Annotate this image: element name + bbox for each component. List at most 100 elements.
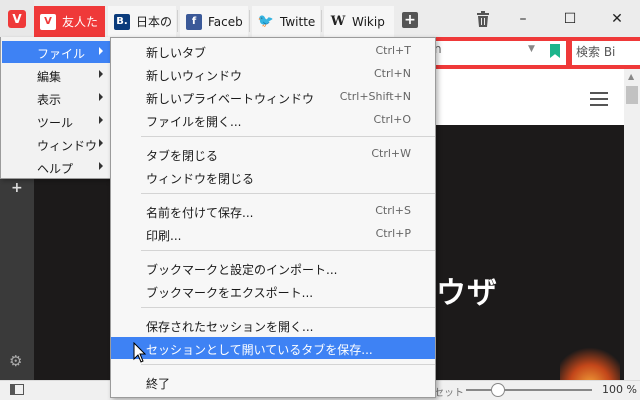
tab-favicon-icon: W — [330, 14, 346, 29]
hamburger-icon[interactable] — [590, 92, 608, 106]
scrollbar[interactable] — [624, 69, 640, 380]
chevron-down-icon[interactable]: ▼ — [528, 44, 535, 54]
minimize-button[interactable]: – — [500, 0, 546, 37]
menu-item-label: ブックマークと設定のインポート... — [146, 263, 338, 277]
menu-separator — [141, 250, 435, 251]
chevron-right-icon — [99, 47, 103, 55]
tab-title: 日本の — [136, 15, 173, 29]
menu-item-new-window[interactable]: 新しいウィンドウ Ctrl+N — [111, 63, 435, 85]
tab-favicon-icon: f — [186, 13, 202, 30]
menu-shortcut: Ctrl+S — [375, 204, 411, 217]
tab-separator — [321, 10, 322, 32]
menu-item-label: 印刷... — [146, 229, 182, 243]
menu-item-label: 新しいタブ — [146, 46, 207, 60]
menu-item-close-window[interactable]: ウィンドウを閉じる — [111, 166, 435, 188]
menu-item-tools[interactable]: ツール — [2, 110, 110, 132]
menu-separator — [141, 364, 435, 365]
menu-item-label: 終了 — [146, 377, 171, 391]
chevron-right-icon — [99, 70, 103, 78]
tab-favicon-icon: V — [40, 13, 56, 30]
menu-item-print[interactable]: 印刷... Ctrl+P — [111, 223, 435, 245]
search-placeholder: 検索 Bi — [576, 45, 616, 59]
menu-shortcut: Ctrl+P — [375, 227, 411, 240]
chevron-right-icon — [99, 139, 103, 147]
new-tab-button[interactable]: + — [402, 12, 418, 28]
vivaldi-logo-icon: V — [8, 9, 26, 28]
tab-separator — [177, 10, 178, 32]
tab-separator — [249, 10, 250, 32]
chevron-right-icon — [99, 93, 103, 101]
panel-toggle-icon[interactable] — [10, 384, 24, 395]
page-headline: ウザ — [436, 276, 498, 311]
tab-0[interactable]: V 友人た — [34, 6, 105, 37]
menu-item-import-bookmarks[interactable]: ブックマークと設定のインポート... — [111, 257, 435, 279]
menu-item-file[interactable]: ファイル — [2, 41, 110, 63]
zoom-reset-label[interactable]: セット — [434, 384, 464, 399]
menu-item-open-file[interactable]: ファイルを開く... Ctrl+O — [111, 109, 435, 131]
menu-item-label: 編集 — [37, 70, 62, 84]
zoom-level: 100 % — [602, 383, 637, 396]
tab-2[interactable]: f Faceb — [180, 6, 248, 37]
menu-item-label: セッションとして開いているタブを保存... — [146, 343, 373, 357]
menu-shortcut: Ctrl+N — [373, 67, 411, 80]
tab-1[interactable]: B. 日本の — [108, 6, 176, 37]
menu-item-new-private-window[interactable]: 新しいプライベートウィンドウ Ctrl+Shift+N — [111, 86, 435, 108]
mouse-cursor-icon — [133, 342, 147, 363]
glow-graphic — [560, 345, 620, 385]
tab-title: Faceb — [208, 14, 243, 29]
tab-favicon-icon: 🐦 — [257, 14, 275, 29]
tab-title: Wikip — [352, 14, 385, 29]
menu-item-new-tab[interactable]: 新しいタブ Ctrl+T — [111, 40, 435, 62]
scroll-up-icon[interactable]: ▲ — [628, 72, 634, 81]
menu-item-label: ウィンドウ — [37, 139, 98, 153]
menu-shortcut: Ctrl+W — [371, 147, 411, 160]
menu-separator — [141, 193, 435, 194]
menu-item-label: 名前を付けて保存... — [146, 206, 254, 220]
menu-item-view[interactable]: 表示 — [2, 87, 110, 109]
menu-item-label: ブックマークをエクスポート... — [146, 286, 314, 300]
menu-item-label: ファイルを開く... — [146, 115, 242, 129]
menu-item-close-tab[interactable]: タブを閉じる Ctrl+W — [111, 143, 435, 165]
menu-item-edit[interactable]: 編集 — [2, 64, 110, 86]
menu-item-export-bookmarks[interactable]: ブックマークをエクスポート... — [111, 280, 435, 302]
menu-shortcut: Ctrl+T — [375, 44, 411, 57]
menu-item-label: ツール — [37, 116, 74, 130]
menu-item-label: 表示 — [37, 93, 62, 107]
menu-item-label: ヘルプ — [37, 162, 74, 176]
menu-item-window[interactable]: ウィンドウ — [2, 133, 110, 155]
menu-separator — [141, 136, 435, 137]
menu-item-save-session[interactable]: セッションとして開いているタブを保存... — [111, 337, 435, 359]
tab-title: Twitte — [280, 14, 316, 29]
tab-4[interactable]: W Wikip — [324, 6, 394, 37]
tab-bar: V V 友人た B. 日本の f Faceb 🐦 Twitte W Wikip … — [0, 0, 640, 37]
tab-title: 友人た — [62, 15, 99, 29]
maximize-button[interactable]: ☐ — [547, 0, 593, 37]
menu-shortcut: Ctrl+Shift+N — [339, 90, 411, 103]
menu-item-label: ウィンドウを閉じる — [146, 172, 255, 186]
address-field[interactable] — [436, 41, 566, 65]
menu-item-exit[interactable]: 終了 — [111, 371, 435, 393]
tab-favicon-icon: B. — [114, 13, 130, 30]
menu-shortcut: Ctrl+O — [373, 113, 411, 126]
vivaldi-menu-button[interactable]: V — [0, 0, 34, 37]
gear-icon[interactable]: ⚙ — [9, 352, 22, 370]
menu-item-help[interactable]: ヘルプ — [2, 156, 110, 178]
tab-3[interactable]: 🐦 Twitte — [252, 6, 320, 37]
zoom-slider-thumb[interactable] — [490, 383, 505, 397]
menu-item-label: 保存されたセッションを開く... — [146, 320, 314, 334]
menu-item-save-as[interactable]: 名前を付けて保存... Ctrl+S — [111, 200, 435, 222]
menu-item-label: タブを閉じる — [146, 149, 219, 163]
chevron-right-icon — [99, 116, 103, 124]
menu-item-label: ファイル — [37, 47, 86, 61]
menu-item-label: 新しいウィンドウ — [146, 69, 243, 83]
add-panel-icon[interactable]: + — [11, 180, 23, 196]
trash-icon[interactable] — [474, 9, 492, 29]
close-button[interactable]: ✕ — [594, 0, 640, 37]
main-menu: ファイル 編集 表示 ツール ウィンドウ ヘルプ — [0, 37, 111, 179]
chevron-right-icon — [99, 162, 103, 170]
scrollbar-thumb[interactable] — [626, 86, 638, 104]
zoom-slider[interactable] — [466, 389, 592, 391]
menu-separator — [141, 307, 435, 308]
menu-item-open-saved-session[interactable]: 保存されたセッションを開く... — [111, 314, 435, 336]
menu-item-label: 新しいプライベートウィンドウ — [146, 92, 315, 106]
